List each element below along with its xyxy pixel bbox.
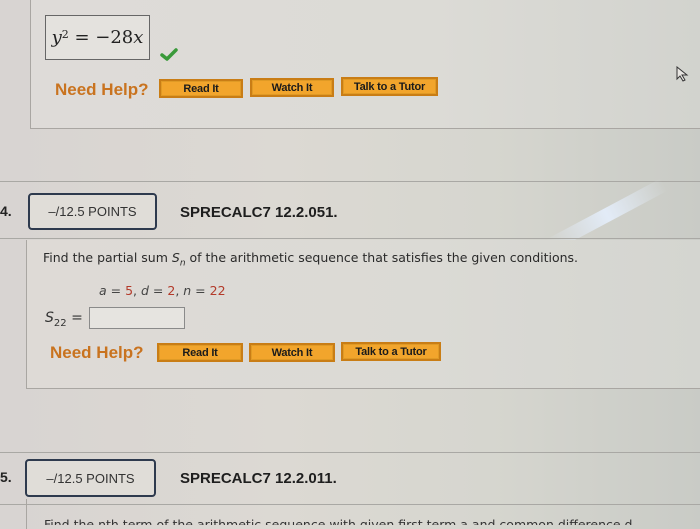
cond-d-value: 2 <box>167 283 176 298</box>
prompt-var: S <box>171 250 180 265</box>
answer-rhs: = −28 <box>74 27 134 48</box>
mouse-cursor-icon <box>676 66 689 82</box>
read-it-button[interactable]: Read It <box>159 79 243 98</box>
talk-to-tutor-button[interactable]: Talk to a Tutor <box>341 342 441 361</box>
question-prompt: Find the partial sum Sn of the arithmeti… <box>43 250 578 269</box>
read-it-button[interactable]: Read It <box>157 343 243 362</box>
answer-lhs-var: y <box>51 27 62 48</box>
points-badge: –/12.5 POINTS <box>25 459 156 497</box>
cond-a-value: 5 <box>125 283 134 298</box>
need-help-label: Need Help? <box>55 80 149 99</box>
watch-it-button[interactable]: Watch It <box>250 78 334 97</box>
conditions: a = 5, d = 2, n = 22 <box>99 283 226 298</box>
question-code: SPRECALC7 12.2.011. <box>180 470 337 487</box>
question-prompt: Find the nth term of the arithmetic sequ… <box>44 517 637 525</box>
divider <box>0 452 700 453</box>
answer-rhs-var: x <box>133 27 144 48</box>
points-badge: –/12.5 POINTS <box>28 193 157 230</box>
answer-label-var: S <box>45 310 54 326</box>
question-code: SPRECALC7 12.2.051. <box>180 204 338 221</box>
cond-n-label: n <box>183 283 192 298</box>
cond-d-label: d <box>141 283 149 298</box>
divider <box>0 181 700 182</box>
watch-it-button[interactable]: Watch It <box>249 343 335 362</box>
question-number: 4. <box>0 203 12 219</box>
talk-to-tutor-button[interactable]: Talk to a Tutor <box>341 77 438 96</box>
answer-input[interactable] <box>89 307 185 329</box>
cond-n-value: 22 <box>209 283 226 298</box>
prompt-text-end: of the arithmetic sequence that satisfie… <box>185 250 579 265</box>
question-number: 5. <box>0 469 12 485</box>
need-help-label: Need Help? <box>50 343 144 362</box>
check-mark-icon <box>160 48 178 61</box>
prompt-text-start: Find the partial sum <box>43 250 172 265</box>
answer-exponent: 2 <box>61 28 69 41</box>
answer-label: S22 = <box>45 310 83 329</box>
answer-label-sub: 22 <box>53 317 67 329</box>
cond-a-label: a <box>99 283 107 298</box>
previous-answer-display: y2 = −28 x <box>45 15 150 60</box>
divider <box>0 238 700 239</box>
